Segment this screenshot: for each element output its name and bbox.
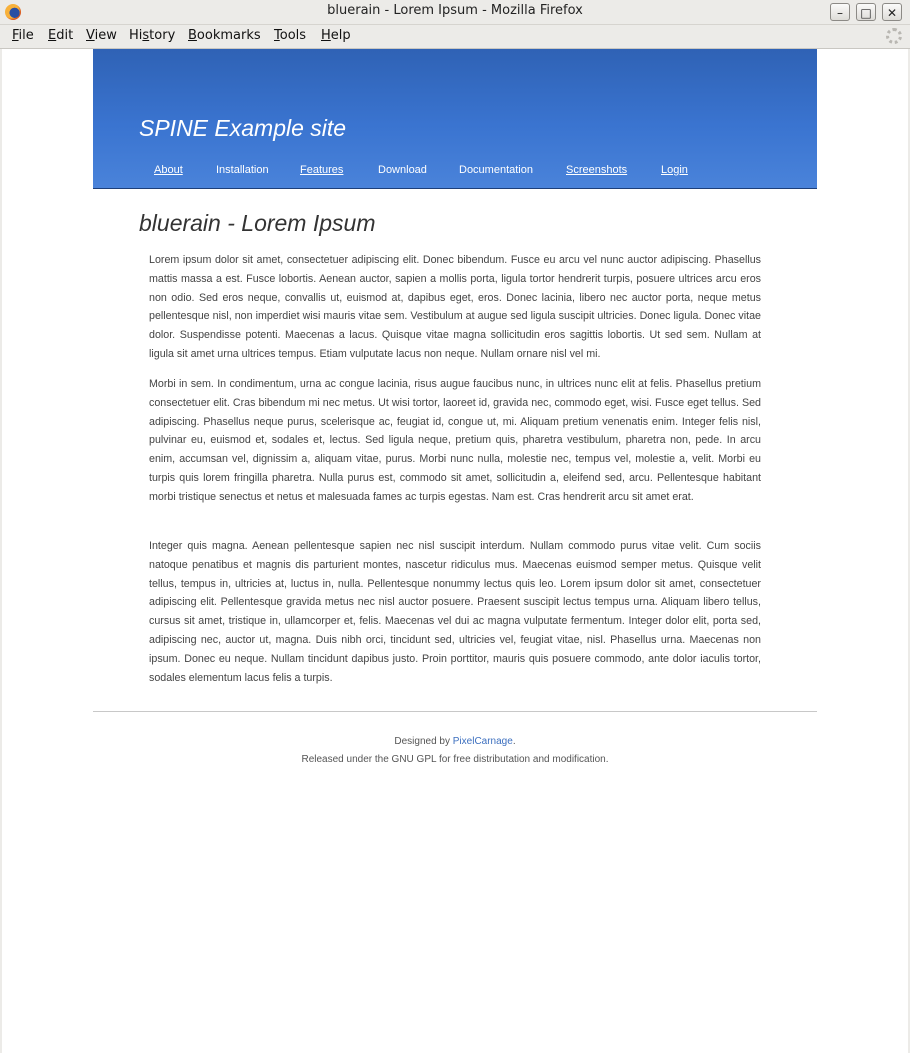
nav-login[interactable]: Login xyxy=(661,164,688,176)
throbber-icon xyxy=(886,28,902,44)
page-heading: bluerain - Lorem Ipsum xyxy=(139,210,376,236)
menubar: File Edit View History Bookmarks Tools H… xyxy=(0,25,910,49)
footer-credit: Designed by PixelCarnage. xyxy=(93,736,817,747)
menu-history[interactable]: History xyxy=(129,28,175,43)
menu-view[interactable]: View xyxy=(86,28,117,43)
menu-edit[interactable]: Edit xyxy=(48,28,73,43)
designer-link[interactable]: PixelCarnage xyxy=(453,736,513,747)
menu-file[interactable]: File xyxy=(12,28,34,43)
footer-divider xyxy=(93,711,817,712)
site-title: SPINE Example site xyxy=(139,115,347,141)
nav-documentation[interactable]: Documentation xyxy=(459,164,533,176)
footer-license: Released under the GNU GPL for free dist… xyxy=(301,754,609,765)
nav-download[interactable]: Download xyxy=(378,164,427,176)
menu-help[interactable]: Help xyxy=(321,28,351,43)
nav-about[interactable]: About xyxy=(154,164,183,176)
menu-tools[interactable]: Tools xyxy=(274,28,306,43)
footer-credit-prefix: Designed by xyxy=(394,736,453,747)
nav-screenshots[interactable]: Screenshots xyxy=(566,164,627,176)
window-titlebar: bluerain - Lorem Ipsum - Mozilla Firefox… xyxy=(0,0,910,25)
nav-installation[interactable]: Installation xyxy=(216,164,269,176)
nav-features[interactable]: Features xyxy=(300,164,343,176)
close-button[interactable]: ✕ xyxy=(882,3,902,21)
footer-credit-suffix: . xyxy=(512,736,516,747)
content-paragraph-1: Lorem ipsum dolor sit amet, consectetuer… xyxy=(149,254,761,360)
content-paragraph-3: Integer quis magna. Aenean pellentesque … xyxy=(149,540,761,684)
site-header: SPINE Example site About Installation Fe… xyxy=(93,49,817,189)
maximize-button[interactable]: □ xyxy=(856,3,876,21)
minimize-button[interactable]: – xyxy=(830,3,850,21)
content-paragraph-2: Morbi in sem. In condimentum, urna ac co… xyxy=(149,378,761,503)
menu-bookmarks[interactable]: Bookmarks xyxy=(188,28,261,43)
window-title: bluerain - Lorem Ipsum - Mozilla Firefox xyxy=(327,3,583,18)
